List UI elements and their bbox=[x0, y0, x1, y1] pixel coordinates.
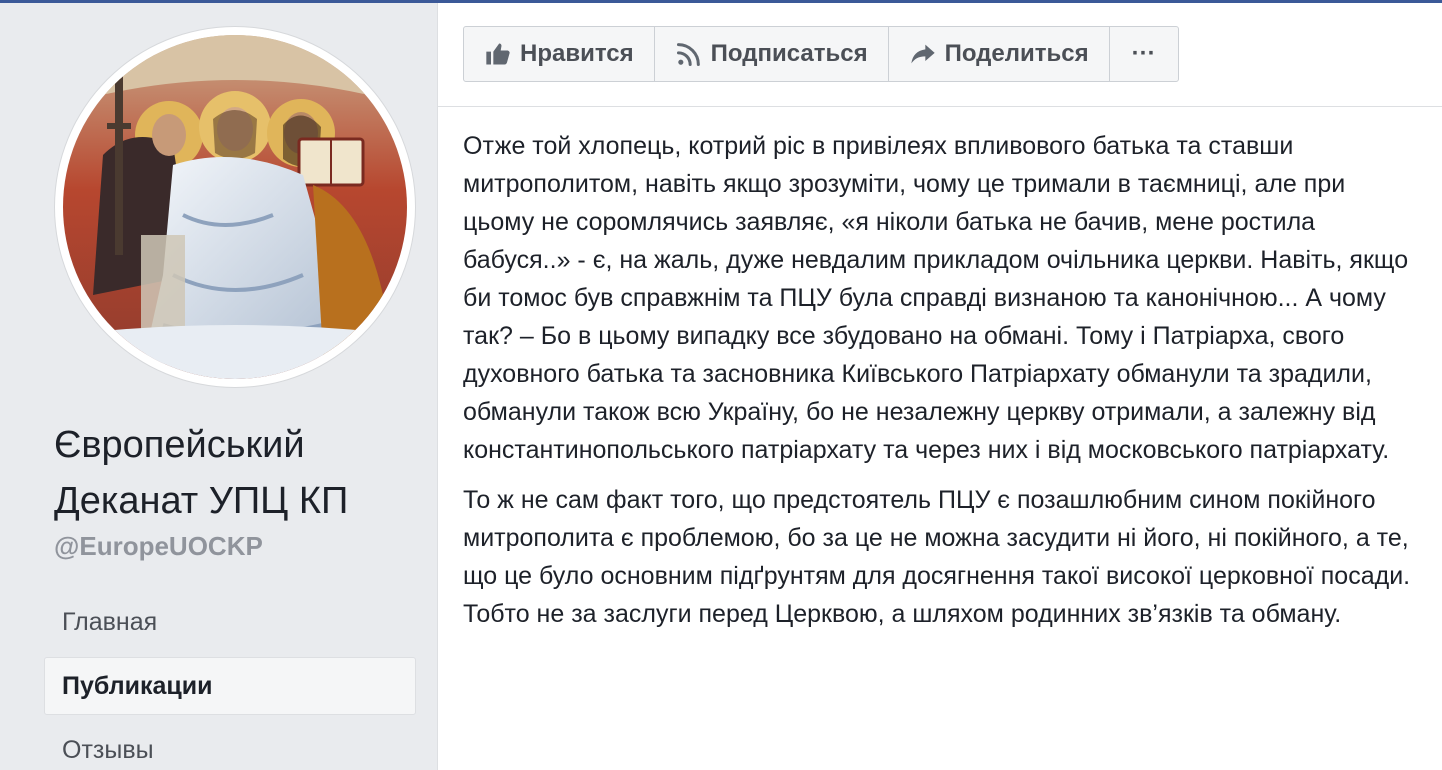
page-handle[interactable]: @EuropeUOCKP bbox=[54, 531, 263, 562]
post-body: Отже той хлопець, котрий ріс в привілеях… bbox=[463, 127, 1423, 645]
profile-picture[interactable] bbox=[55, 27, 415, 387]
main-content: Нравится Подписаться Поделиться ··· Отже… bbox=[437, 3, 1442, 770]
post-paragraph: То ж не сам факт того, що предстоятель П… bbox=[463, 486, 1411, 628]
share-label: Поделиться bbox=[944, 40, 1089, 67]
avatar-icon bbox=[63, 35, 407, 379]
follow-label: Подписаться bbox=[710, 40, 868, 67]
more-dots-icon: ··· bbox=[1131, 40, 1156, 67]
share-arrow-icon bbox=[909, 40, 937, 68]
sidebar-item-home[interactable]: Главная bbox=[44, 593, 416, 651]
thumbs-up-icon bbox=[484, 40, 512, 68]
action-button-group: Нравится Подписаться Поделиться ··· bbox=[463, 26, 1179, 82]
like-button[interactable]: Нравится bbox=[464, 27, 655, 81]
like-label: Нравится bbox=[520, 40, 634, 67]
rss-icon bbox=[675, 40, 703, 68]
more-button[interactable]: ··· bbox=[1110, 27, 1178, 81]
share-button[interactable]: Поделиться bbox=[889, 27, 1110, 81]
page-action-bar: Нравится Подписаться Поделиться ··· bbox=[438, 3, 1442, 107]
follow-button[interactable]: Подписаться bbox=[655, 27, 889, 81]
sidebar-item-posts[interactable]: Публикации bbox=[44, 657, 416, 715]
post-paragraph: Отже той хлопець, котрий ріс в привілеях… bbox=[463, 132, 1409, 464]
page-title: Європейський Деканат УПЦ КП bbox=[54, 424, 349, 522]
page-sidebar: Європейський Деканат УПЦ КП @EuropeUOCKP… bbox=[0, 3, 437, 770]
sidebar-item-reviews[interactable]: Отзывы bbox=[44, 721, 416, 770]
